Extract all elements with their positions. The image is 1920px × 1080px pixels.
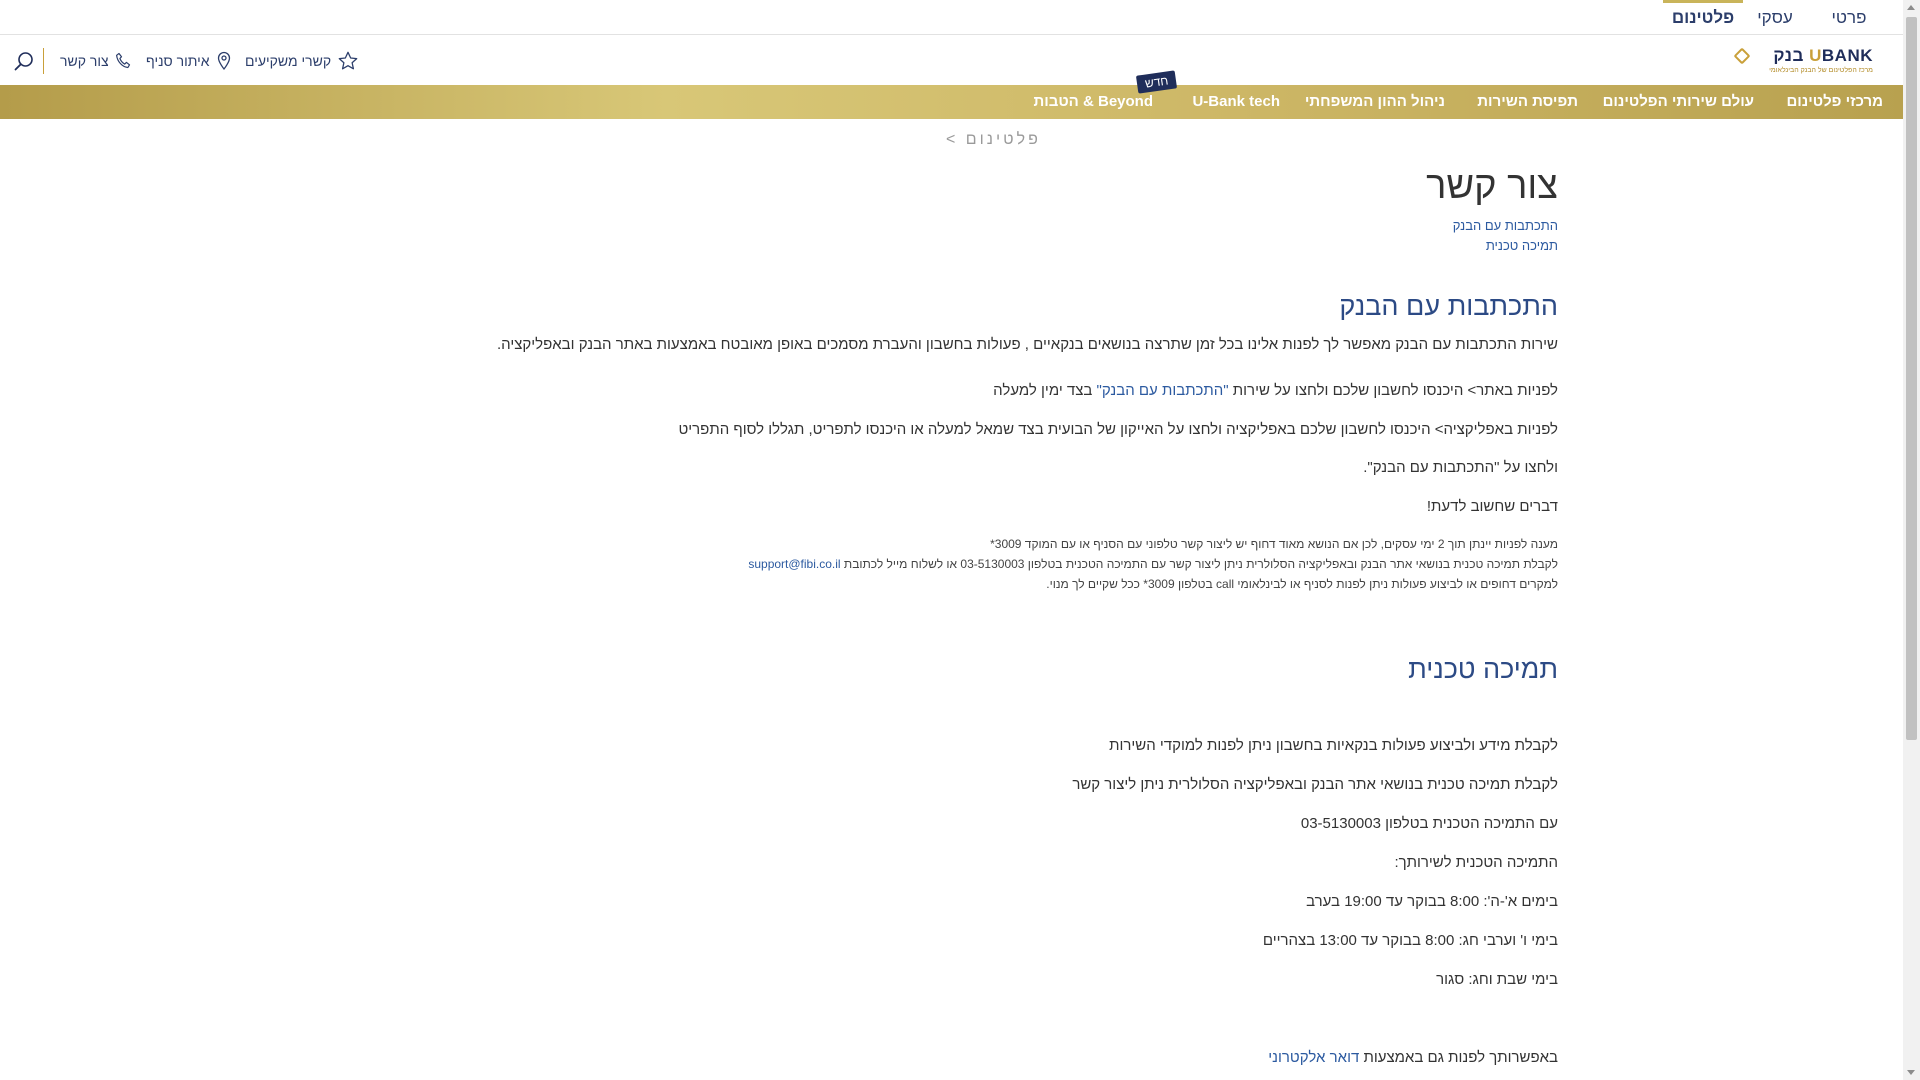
nav-platinum-services[interactable]: עולם שירותי הפלטינום: [1603, 85, 1754, 119]
website-instructions-suffix: בצד ימין למעלה: [993, 382, 1097, 399]
tech-phone-line: עם התמיכה הטכנית בטלפון 03-5130003: [1300, 815, 1558, 832]
anchor-link-tech-support[interactable]: תמיכה טכנית: [1486, 238, 1558, 253]
contact-link[interactable]: צור קשר: [60, 50, 131, 72]
logo-brand: UBANK בנק: [1773, 46, 1873, 66]
segment-tabs: פרטי עסקי פלטינום: [0, 0, 1903, 35]
scroll-down-arrow-icon[interactable]: [1907, 1070, 1915, 1075]
hours-weekdays: בימים א'-ה': 8:00 בבוקר עד 19:00 בערב: [1306, 893, 1558, 910]
logo-mark-icon: [1733, 47, 1751, 65]
tab-private[interactable]: פרטי: [1823, 0, 1875, 35]
header: UBANK בנק מרכז הפלטינום של הבנק הבינלאומ…: [0, 36, 1903, 84]
investor-relations-link[interactable]: קשרי משקיעים: [245, 50, 359, 72]
app-instructions-end: ולחצו על "התכתבות עם הבנק".: [1363, 459, 1558, 476]
tech-info-line: לקבלת מידע ולביצוע פעולות בנקאיות בחשבון…: [1109, 737, 1558, 754]
bank-logo[interactable]: UBANK בנק מרכז הפלטינום של הבנק הבינלאומ…: [1733, 46, 1873, 78]
app-instructions: לפניות באפליקציה> היכנסו לחשבון שלכם באפ…: [678, 421, 1558, 438]
note-tech-support: לקבלת תמיכה טכנית בנושאי אתר הבנק ובאפלי…: [748, 557, 1558, 571]
branch-locator-label: איתור סניף: [146, 53, 210, 69]
contact-label: צור קשר: [60, 53, 109, 69]
email-link[interactable]: דואר אלקטרוני: [1268, 1049, 1359, 1066]
location-pin-icon: [216, 51, 232, 71]
nav-ubank-tech[interactable]: U-Bank tech: [1192, 85, 1280, 119]
section-title-correspondence: התכתבות עם הבנק: [1339, 291, 1558, 321]
nav-platinum-centers[interactable]: מרכזי פלטינום: [1786, 85, 1883, 119]
logo-u-letter: U: [1809, 46, 1822, 65]
investor-relations-label: קשרי משקיעים: [245, 53, 332, 69]
page: פרטי עסקי פלטינום UBANK בנק מרכז הפלטינו…: [0, 0, 1903, 1080]
scroll-up-arrow-icon[interactable]: [1907, 5, 1915, 10]
nav-family-wealth[interactable]: ניהול ההון המשפחתי: [1305, 85, 1445, 119]
correspondence-service-link[interactable]: "התכתבות עם הבנק": [1097, 382, 1229, 399]
nav-beyond-benefits[interactable]: Beyond & הטבות: [1033, 85, 1153, 119]
correspondence-intro: שירות התכתבות עם הבנק מאפשר לך לפנות אלי…: [496, 336, 1558, 353]
anchor-link-correspondence[interactable]: התכתבות עם הבנק: [1453, 218, 1558, 233]
vertical-scrollbar[interactable]: [1903, 0, 1920, 1080]
note-response-time: מענה לפניות יינתן תוך 2 ימי עסקים, לכן א…: [990, 537, 1558, 551]
hours-friday: בימי ו' וערבי חג: 8:00 בבוקר עד 13:00 בצ…: [1262, 932, 1558, 949]
note-urgent: למקרים דחופים או לביצוע פעולות ניתן לפנו…: [1046, 577, 1558, 591]
tech-hours-heading: התמיכה הטכנית לשירותך:: [1394, 854, 1558, 871]
logo-brand-text: BANK בנק: [1773, 46, 1873, 65]
scrollbar-thumb[interactable]: [1906, 17, 1917, 740]
tab-business[interactable]: עסקי: [1749, 0, 1801, 35]
tab-platinum[interactable]: פלטינום: [1663, 0, 1743, 35]
nav-service-concept[interactable]: תפיסת השירות: [1477, 85, 1578, 119]
support-email-link[interactable]: support@fibi.co.il: [748, 557, 840, 571]
section-title-tech-support: תמיכה טכנית: [1408, 654, 1558, 684]
page-title: צור קשר: [1426, 165, 1558, 207]
website-instructions: לפניות באתר> היכנסו לחשבון שלכם ולחצו על…: [993, 382, 1558, 399]
important-heading: דברים שחשוב לדעת!: [1426, 498, 1558, 515]
branch-locator-link[interactable]: איתור סניף: [146, 50, 232, 72]
search-icon[interactable]: [13, 50, 35, 72]
note-tech-support-text: לקבלת תמיכה טכנית בנושאי אתר הבנק ובאפלי…: [840, 557, 1558, 571]
main-nav: מרכזי פלטינום עולם שירותי הפלטינום תפיסת…: [0, 70, 1903, 119]
star-icon: [337, 50, 359, 72]
email-option: באפשרותך לפנות גם באמצעות דואר אלקטרוני: [1268, 1049, 1558, 1066]
breadcrumb[interactable]: פלטינום >: [946, 131, 1041, 149]
phone-icon: [115, 52, 131, 70]
tech-support-line: לקבלת תמיכה טכנית בנושאי אתר הבנק ובאפלי…: [1072, 776, 1558, 793]
logo-tagline: מרכז הפלטינום של הבנק הבינלאומי: [1769, 67, 1873, 74]
hours-saturday: בימי שבת וחג: סגור: [1436, 971, 1558, 988]
header-divider: [43, 48, 44, 74]
website-instructions-text: לפניות באתר> היכנסו לחשבון שלכם ולחצו על…: [1228, 382, 1558, 399]
email-option-text: באפשרותך לפנות גם באמצעות: [1359, 1049, 1558, 1066]
